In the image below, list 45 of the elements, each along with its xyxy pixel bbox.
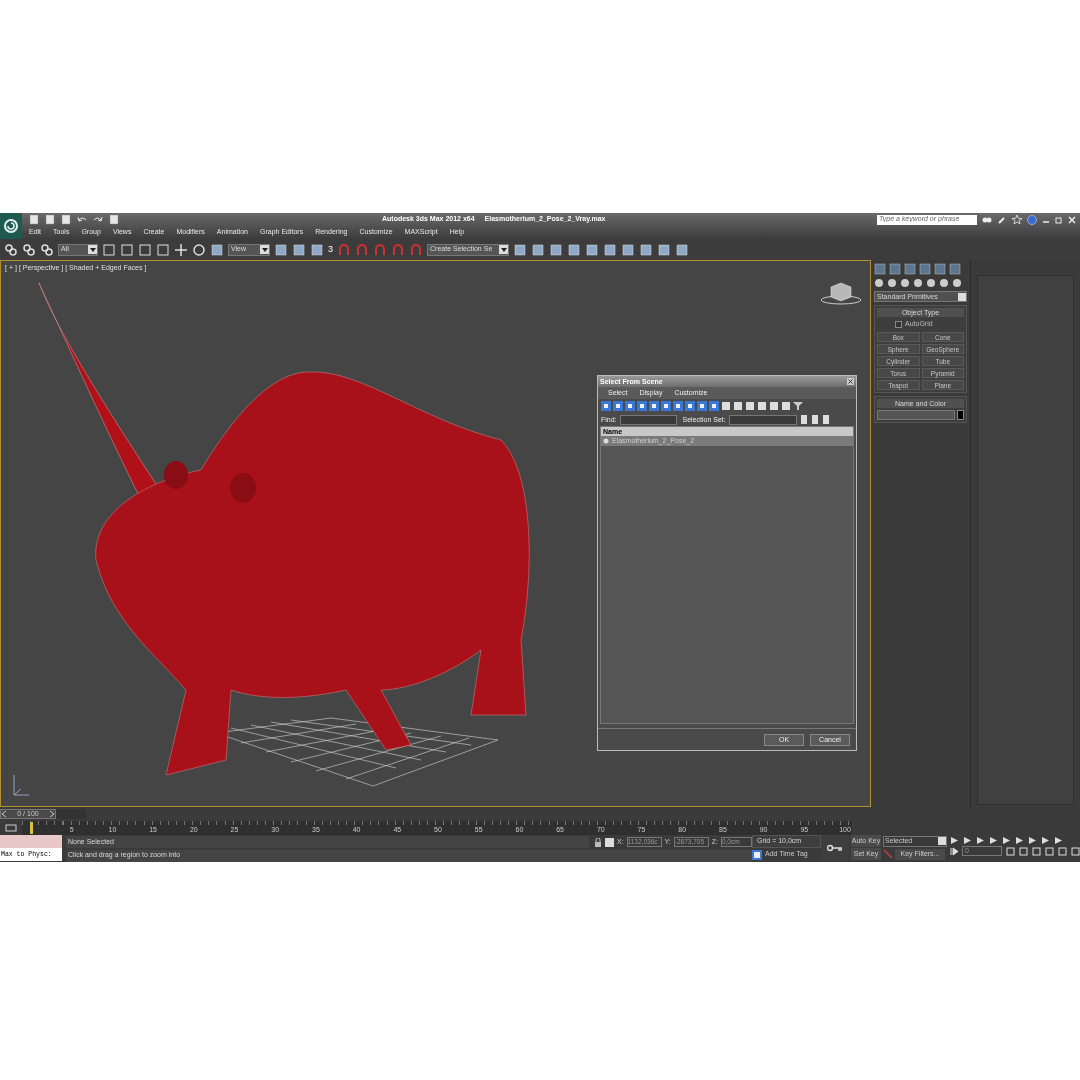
- redo-icon[interactable]: [92, 214, 104, 225]
- key-icon[interactable]: [821, 835, 849, 861]
- filter-toggle-icon[interactable]: [661, 401, 671, 412]
- filter-toggle-icon[interactable]: [685, 401, 695, 412]
- link-icon[interactable]: [4, 242, 18, 257]
- filter-toggle-icon[interactable]: [649, 401, 659, 412]
- bind-icon[interactable]: [40, 242, 54, 257]
- filter-toggle-icon[interactable]: [637, 401, 647, 412]
- checkbox[interactable]: [895, 321, 902, 329]
- name-field[interactable]: [877, 409, 955, 420]
- object-icon[interactable]: [603, 437, 610, 445]
- filter-toggle-icon[interactable]: [613, 401, 623, 412]
- filter-toggle-icon[interactable]: [697, 401, 707, 412]
- unlink-icon[interactable]: [22, 242, 36, 257]
- caret-icon[interactable]: [260, 245, 269, 255]
- color-swatch[interactable]: [957, 409, 964, 420]
- restore-icon[interactable]: [1055, 215, 1063, 224]
- document-icon[interactable]: [821, 414, 830, 425]
- current-frame-marker[interactable]: [30, 822, 33, 834]
- filter-toggle-icon[interactable]: [709, 401, 719, 412]
- filter-toggle-icon[interactable]: [625, 401, 635, 412]
- app-logo-icon[interactable]: [0, 213, 22, 239]
- find-field[interactable]: [619, 414, 677, 425]
- star-icon[interactable]: [1012, 215, 1022, 224]
- rotate-icon[interactable]: [192, 242, 206, 257]
- pen-icon[interactable]: [883, 849, 893, 859]
- move-icon[interactable]: [174, 242, 188, 257]
- snap-toggle[interactable]: 3: [328, 242, 333, 257]
- tag-icon[interactable]: [752, 849, 762, 860]
- filter-toggle-icon[interactable]: [601, 401, 611, 412]
- caret-icon[interactable]: [88, 245, 97, 255]
- caret-icon[interactable]: [499, 245, 508, 255]
- axis-tripod-icon: [13, 774, 30, 796]
- sphere-icon[interactable]: [874, 278, 884, 289]
- document-icon[interactable]: [810, 414, 819, 425]
- viewcube-icon[interactable]: [819, 281, 863, 306]
- document-icon[interactable]: [799, 414, 808, 425]
- help-icon[interactable]: [1027, 214, 1037, 225]
- filter-icon[interactable]: [793, 401, 803, 412]
- filter-toggle-icon[interactable]: [673, 401, 683, 412]
- undo-icon[interactable]: [76, 214, 88, 225]
- new-file-icon[interactable]: [28, 214, 40, 225]
- lock-icon[interactable]: [594, 837, 602, 847]
- close-icon[interactable]: [847, 378, 854, 386]
- binoculars-icon[interactable]: [982, 215, 992, 224]
